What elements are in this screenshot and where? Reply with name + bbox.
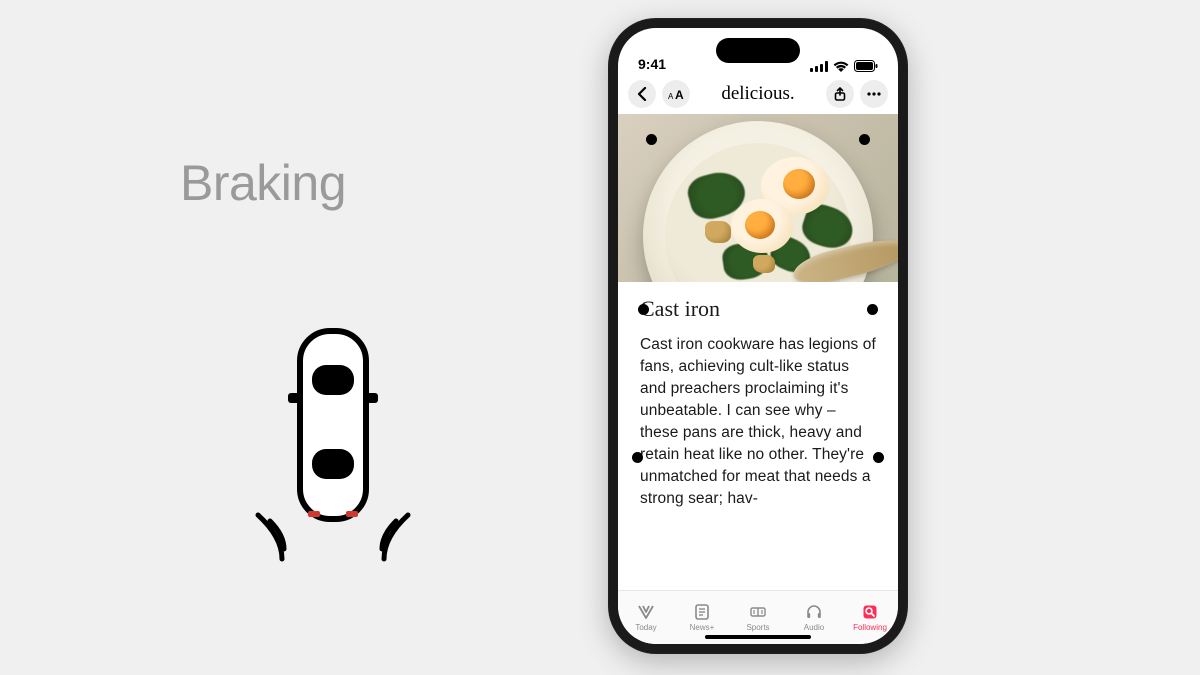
article-body: Cast iron cookware has legions of fans, … <box>640 334 876 510</box>
back-button[interactable] <box>628 80 656 108</box>
motion-cue-dot <box>867 304 878 315</box>
tab-today[interactable]: Today <box>618 603 674 632</box>
svg-text:A: A <box>668 92 674 100</box>
source-title: delicious. <box>696 83 820 105</box>
home-indicator[interactable] <box>705 635 811 639</box>
car-braking-icon <box>248 325 418 605</box>
tab-label: News+ <box>690 623 715 632</box>
more-button[interactable] <box>860 80 888 108</box>
motion-cue-dot <box>638 304 649 315</box>
tab-bar: Today News+ Sports Audio Following <box>618 590 898 644</box>
tab-following[interactable]: Following <box>842 603 898 632</box>
tab-label: Today <box>635 623 656 632</box>
tab-sports[interactable]: Sports <box>730 603 786 632</box>
phone-screen: 9:41 AA delicious. <box>618 28 898 644</box>
presentation-slide: Braking 9:41 <box>0 0 1200 675</box>
svg-text:A: A <box>675 88 684 100</box>
newsplus-icon <box>693 603 711 621</box>
feature-label: Braking <box>180 154 346 212</box>
text-size-button[interactable]: AA <box>662 80 690 108</box>
dynamic-island <box>716 38 800 63</box>
article-title: Cast iron <box>640 296 876 322</box>
motion-cue-dot <box>632 452 643 463</box>
following-icon <box>861 603 879 621</box>
article-nav-bar: AA delicious. <box>618 74 898 114</box>
status-indicators <box>810 60 878 72</box>
status-time: 9:41 <box>638 56 666 72</box>
tab-audio[interactable]: Audio <box>786 603 842 632</box>
motion-cue-dot <box>873 452 884 463</box>
tab-label: Following <box>853 623 887 632</box>
article-hero-image <box>618 114 898 282</box>
news-icon <box>637 603 655 621</box>
article-content[interactable]: Cast iron Cast iron cookware has legions… <box>618 282 898 590</box>
tab-label: Audio <box>804 623 824 632</box>
battery-icon <box>854 60 878 72</box>
iphone-mock: 9:41 AA delicious. <box>608 18 908 654</box>
tab-label: Sports <box>746 623 769 632</box>
cellular-icon <box>810 61 828 72</box>
motion-cue-dot <box>646 134 657 145</box>
tab-newsplus[interactable]: News+ <box>674 603 730 632</box>
share-button[interactable] <box>826 80 854 108</box>
sports-icon <box>749 603 767 621</box>
headphones-icon <box>805 603 823 621</box>
motion-cue-dot <box>859 134 870 145</box>
wifi-icon <box>833 61 849 72</box>
